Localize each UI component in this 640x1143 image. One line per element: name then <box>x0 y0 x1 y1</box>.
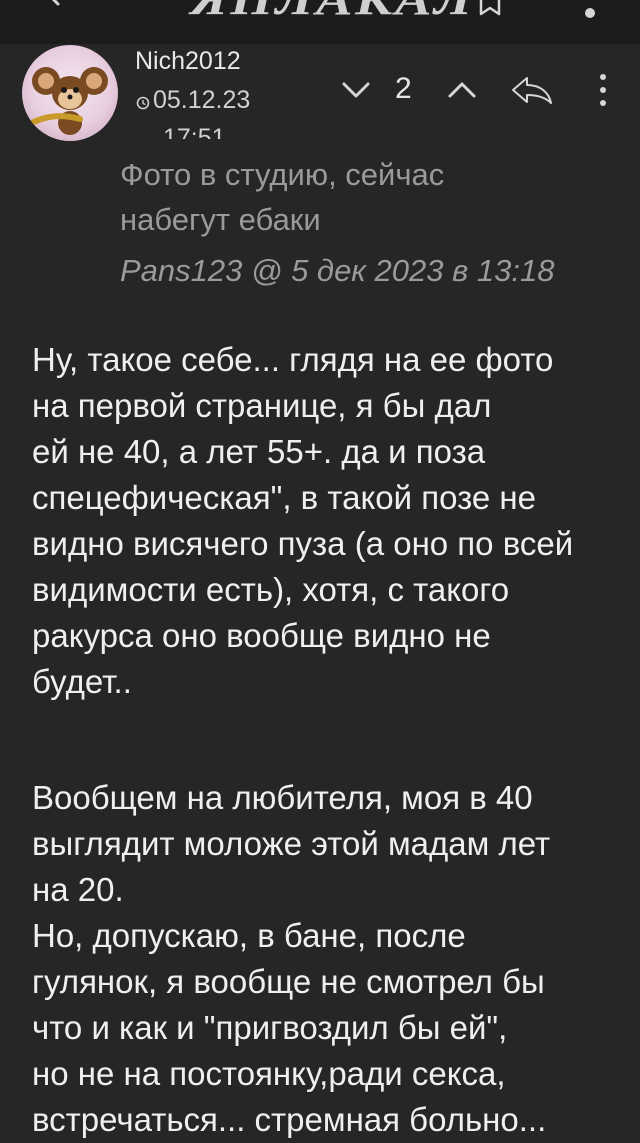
bookmark-icon[interactable] <box>479 0 501 16</box>
post-line: на 20. <box>32 871 124 908</box>
more-vertical-icon[interactable] <box>597 72 609 108</box>
post-line: гулянок, я вообще не смотрел бы <box>32 963 545 1000</box>
post-paragraph: Ну, такое себе... глядя на ее фото на пе… <box>32 337 622 705</box>
post-line: Вообщем на любителя, моя в 40 <box>32 779 533 816</box>
vote-up-chevron-icon[interactable] <box>446 78 478 102</box>
post-score: 2 <box>395 72 412 105</box>
back-chevron-icon[interactable] <box>38 0 66 6</box>
reply-icon[interactable] <box>509 74 555 106</box>
post-line: но не на постоянку,ради секса, <box>32 1055 506 1092</box>
post-line: ей не 40, а лет 55+. да и поза <box>32 433 486 470</box>
post-body: Ну, такое себе... глядя на ее фото на пе… <box>32 337 622 1143</box>
post-line: видно висячего пуза (а оно по всей <box>32 525 574 562</box>
clock-icon <box>136 96 150 110</box>
post-line: выглядит моложе этой мадам лет <box>32 825 551 862</box>
post-time: 17:51 <box>163 124 226 139</box>
vote-down-chevron-icon[interactable] <box>340 78 372 102</box>
quote-attribution[interactable]: Pans123 @ 5 дек 2023 в 13:18 <box>120 248 555 293</box>
top-bar: ЯПЛАКАЛ <box>0 0 640 44</box>
post-line: будет.. <box>32 663 132 700</box>
quote-text: Фото в студию, сейчас набегут ебаки <box>120 152 620 242</box>
post-date: 05.12.23 <box>153 86 251 114</box>
post-line: ракурса оно вообще видно не <box>32 617 491 654</box>
post-line: видимости есть), хотя, с такого <box>32 571 510 608</box>
post-line: Но, допускаю, в бане, после <box>32 917 466 954</box>
quote-line: Фото в студию, сейчас <box>120 157 445 192</box>
post-line: на первой странице, я бы дал <box>32 387 492 424</box>
author-username[interactable]: Nich2012 <box>135 47 241 76</box>
avatar[interactable] <box>22 45 118 141</box>
more-vertical-icon[interactable] <box>585 8 595 18</box>
post-line: спецефическая", в такой позе не <box>32 479 536 516</box>
quote-line: набегут ебаки <box>120 202 321 237</box>
post-line: Ну, такое себе... глядя на ее фото <box>32 341 554 378</box>
post-paragraph: Вообщем на любителя, моя в 40 выглядит м… <box>32 775 622 1143</box>
cheburashka-avatar-image <box>25 67 108 135</box>
site-title[interactable]: ЯПЛАКАЛ <box>190 0 474 25</box>
post-line: что и как и "пригвоздил бы ей", <box>32 1009 508 1046</box>
post-line: встречаться... стремная больно... <box>32 1101 547 1138</box>
